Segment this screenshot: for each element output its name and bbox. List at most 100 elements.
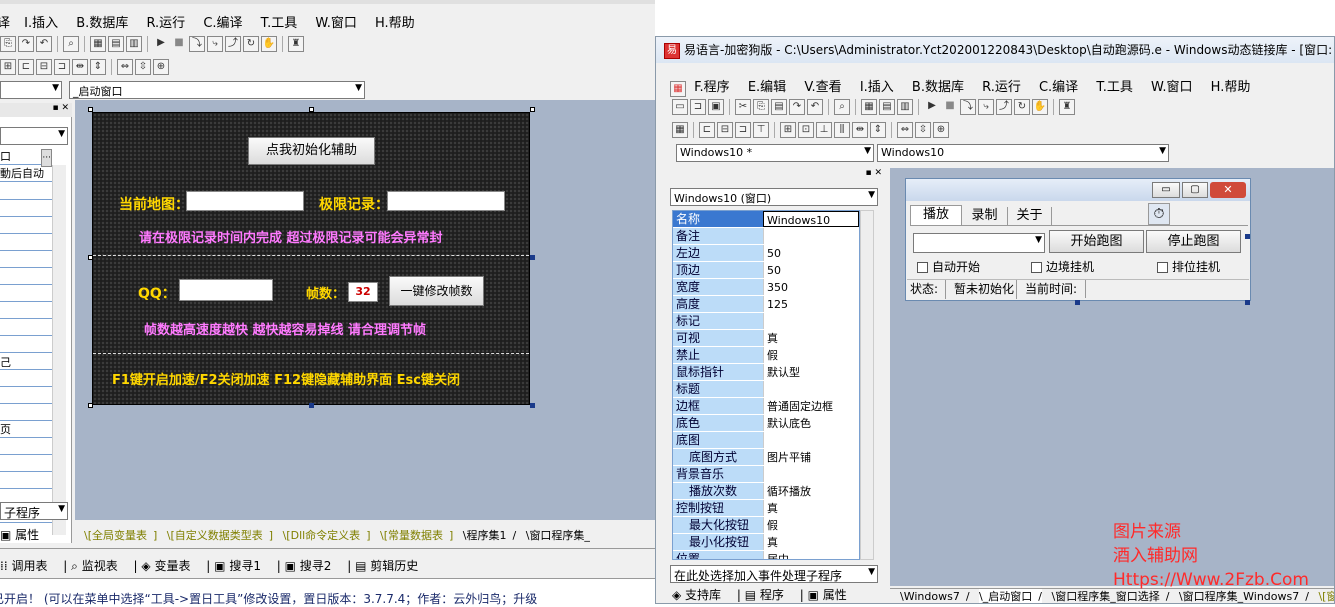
property-value[interactable]: 真	[763, 500, 859, 516]
menu-item-edit[interactable]: E.编辑	[748, 80, 786, 95]
property-row[interactable]: 位置 居中	[673, 551, 859, 559]
property-value[interactable]: 居中	[763, 551, 859, 559]
menu-item-insert[interactable]: I.插入	[24, 16, 58, 31]
tab-global-vars[interactable]: \[全局变量表]	[84, 527, 157, 543]
layout-icon[interactable]: ▦	[90, 36, 106, 52]
maximize-button[interactable]: ▢	[1182, 182, 1208, 198]
stop-run-button[interactable]: 停止跑图	[1146, 230, 1241, 253]
tab-dll-commands[interactable]: \[Dll命令定义表]	[283, 527, 371, 543]
property-tab[interactable]: ▣ 属性	[0, 526, 39, 543]
prop-scrollbar[interactable]	[860, 210, 874, 560]
align-right-icon[interactable]: ⊐	[54, 59, 70, 75]
sub-tab-play[interactable]: 播放	[910, 205, 962, 225]
property-row[interactable]: 标记	[673, 313, 859, 330]
menu-item-edit[interactable]: 译	[0, 16, 10, 31]
same-height-icon[interactable]: ⇳	[135, 59, 151, 75]
align-bottom-icon[interactable]: ⊥	[816, 122, 832, 138]
same-width-icon[interactable]: ⇔	[897, 122, 913, 138]
property-value[interactable]: 循环播放	[763, 483, 859, 499]
align-left-icon[interactable]: ⊏	[18, 59, 34, 75]
layout2-icon[interactable]: ▤	[108, 36, 124, 52]
app-menu-icon[interactable]: ▦	[670, 81, 686, 97]
property-row[interactable]: 可视真	[673, 330, 859, 347]
fps-input[interactable]: 32	[348, 282, 378, 302]
tab-search-1[interactable]: | ▣ 搜寻1	[206, 557, 267, 574]
center-icon[interactable]: ⊕	[933, 122, 949, 138]
layout-icon[interactable]: ▦	[861, 99, 877, 115]
property-value[interactable]: 默认型	[763, 364, 859, 380]
property-row[interactable]: 顶边 50	[673, 262, 859, 279]
menu-item-insert[interactable]: I.插入	[860, 80, 894, 95]
property-row[interactable]: 鼠标指针 默认型	[673, 364, 859, 381]
resize-handle[interactable]	[530, 403, 535, 408]
property-value[interactable]	[763, 432, 859, 448]
run-icon[interactable]: ▶	[153, 36, 169, 52]
property-row[interactable]: 背景音乐	[673, 466, 859, 483]
layout3-icon[interactable]: ▥	[897, 99, 913, 115]
step-into-icon[interactable]: ⤷	[207, 36, 223, 52]
property-row[interactable]: 标题	[673, 381, 859, 398]
menu-item-help[interactable]: H.帮助	[1211, 80, 1251, 95]
align-mid-icon[interactable]: ⊡	[798, 122, 814, 138]
property-value[interactable]: 真	[763, 330, 859, 346]
property-value[interactable]	[763, 228, 859, 244]
tab-watch-table[interactable]: | ⌕ 监视表	[63, 557, 123, 574]
tab-search-2[interactable]: | ▣ 搜寻2	[277, 557, 338, 574]
step-over-icon[interactable]: ↻	[243, 36, 259, 52]
resize-handle[interactable]	[1245, 234, 1250, 239]
resize-handle[interactable]	[309, 107, 314, 112]
menu-item-tools[interactable]: T.工具	[1096, 80, 1133, 95]
menu-item-run[interactable]: R.运行	[982, 80, 1021, 95]
resize-handle[interactable]	[309, 403, 314, 408]
step-into-icon[interactable]: ⤷	[978, 99, 994, 115]
step-out-icon[interactable]: ⤴	[225, 36, 241, 52]
new-file-icon[interactable]: ▭	[672, 99, 688, 115]
menu-item-tools[interactable]: T.工具	[261, 16, 298, 31]
tab-windows7[interactable]: \Windows7/	[900, 589, 970, 603]
property-row[interactable]: 高度 125	[673, 296, 859, 313]
resize-handle[interactable]	[88, 403, 93, 408]
binoculars-icon[interactable]: ♜	[288, 36, 304, 52]
menu-item-view[interactable]: V.查看	[804, 80, 841, 95]
grid-icon[interactable]: ▦	[672, 122, 688, 138]
right-window-combo[interactable]: Windows10 * ▼	[676, 144, 874, 162]
resize-handle[interactable]	[88, 255, 93, 260]
resize-handle[interactable]	[1245, 300, 1250, 305]
copy-icon[interactable]: ⎘	[0, 36, 16, 52]
layout3-icon[interactable]: ▥	[126, 36, 142, 52]
panel-scrollbar[interactable]	[52, 165, 66, 535]
tab-call-table[interactable]: ⁞⁞ 调用表	[0, 557, 53, 574]
property-value[interactable]: 默认底色	[763, 415, 859, 431]
tab-clip-history[interactable]: | ▤ 剪辑历史	[347, 557, 424, 574]
align-icon[interactable]: ⊞	[0, 59, 16, 75]
step-out-icon[interactable]: ⤴	[996, 99, 1012, 115]
property-value[interactable]: 125	[763, 296, 859, 312]
tab-program[interactable]: | ▤ 程序	[737, 586, 790, 603]
tab-constants[interactable]: \[常量数据表]	[380, 527, 453, 543]
hand-icon[interactable]: ✋	[1032, 99, 1048, 115]
align-top-icon[interactable]: ⊤	[753, 122, 769, 138]
redo-icon[interactable]: ↷	[789, 99, 805, 115]
menu-item-program[interactable]: F.程序	[694, 80, 730, 95]
tab-support-lib[interactable]: ◈ 支持库	[672, 586, 727, 603]
cut-icon[interactable]: ✂	[735, 99, 751, 115]
menu-item-database[interactable]: B.数据库	[912, 80, 964, 95]
tab-property[interactable]: | ▣ 属性	[800, 586, 853, 603]
menu-item-run[interactable]: R.运行	[146, 16, 185, 31]
center-icon[interactable]: ⊕	[153, 59, 169, 75]
fps-button[interactable]: 一键修改帧数	[389, 276, 484, 306]
run-icon[interactable]: ▶	[924, 99, 940, 115]
property-row[interactable]: 禁止假	[673, 347, 859, 364]
property-row[interactable]: 宽度 350	[673, 279, 859, 296]
property-value[interactable]: 50	[763, 262, 859, 278]
property-value[interactable]	[763, 313, 859, 329]
v-align-icon[interactable]: ⫼	[834, 122, 850, 138]
resize-handle[interactable]	[88, 107, 93, 112]
binoculars-icon[interactable]: ♜	[1059, 99, 1075, 115]
property-value[interactable]: 50	[763, 245, 859, 261]
menu-item-compile[interactable]: C.编译	[1039, 80, 1078, 95]
step-icon[interactable]: ⤵	[960, 99, 976, 115]
menu-item-compile[interactable]: C.编译	[203, 16, 242, 31]
minimize-button[interactable]: ▭	[1152, 182, 1180, 198]
stop-icon[interactable]: ■	[171, 36, 187, 52]
